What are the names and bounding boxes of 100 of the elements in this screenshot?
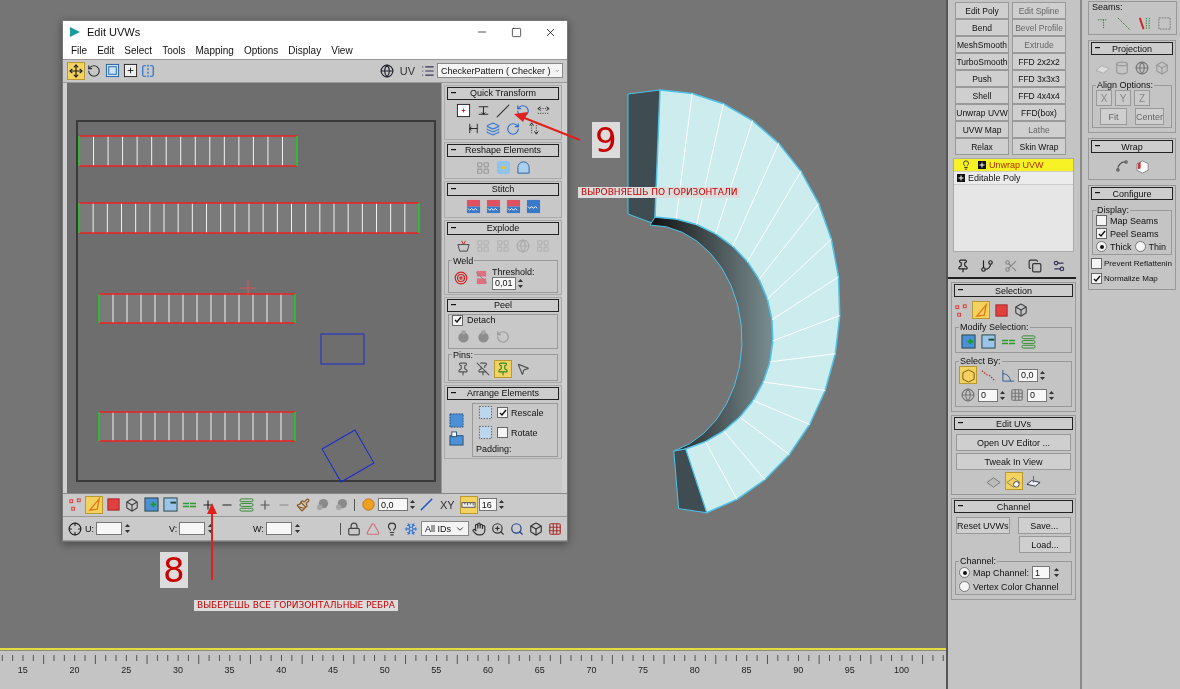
expand-icon[interactable] [978, 161, 986, 169]
collapse-icon[interactable] [451, 91, 456, 94]
number-field[interactable]: 16 [478, 498, 497, 512]
rollout-header[interactable]: Wrap [1091, 140, 1173, 153]
shrink-selection-icon[interactable] [161, 495, 179, 514]
panel-button[interactable]: Reset UVWs [956, 517, 1010, 534]
menu-item[interactable]: Mapping [191, 45, 238, 57]
id-filter-dropdown[interactable]: All IDs [421, 521, 469, 537]
modifier-button[interactable]: Unwrap UVW [955, 104, 1009, 121]
panel-button[interactable]: Open UV Editor ... [956, 434, 1071, 451]
checkbox[interactable] [1091, 273, 1102, 284]
loop-icon[interactable] [1019, 332, 1037, 350]
dotted-square-icon[interactable] [476, 423, 494, 442]
sphere-icon[interactable] [959, 386, 977, 404]
face-icon[interactable] [992, 301, 1010, 319]
uv-label[interactable]: UV [399, 64, 415, 77]
number-field[interactable]: 0,01 [492, 276, 516, 290]
modifier-button[interactable]: Relax [955, 138, 1009, 155]
rollout-header[interactable]: Projection [1091, 42, 1173, 55]
number-field[interactable]: 0,0 [1018, 368, 1038, 382]
square-plus-icon[interactable] [454, 101, 472, 120]
rollout-header[interactable]: Edit UVs [954, 417, 1073, 430]
scale-icon[interactable] [103, 61, 121, 80]
rollout-header[interactable]: Quick Transform [447, 86, 559, 100]
panel-button[interactable]: Load... [1019, 536, 1071, 553]
checkbox[interactable] [497, 427, 508, 439]
move-icon[interactable] [67, 61, 85, 80]
radio-button[interactable] [959, 581, 970, 592]
vertex-icon[interactable] [66, 495, 84, 514]
grow-selection-icon[interactable] [142, 495, 160, 514]
rollout-header[interactable]: Reshape Elements [447, 143, 559, 157]
copy-icon[interactable] [1026, 257, 1044, 275]
rollout-header[interactable]: Channel [954, 500, 1073, 513]
modifier-button[interactable]: FFD(box) [1012, 104, 1066, 121]
dotted-square-icon[interactable] [476, 403, 494, 422]
number-field[interactable]: 0 [1027, 388, 1047, 402]
collapse-icon[interactable] [451, 187, 456, 190]
spinner-arrows-icon[interactable] [124, 522, 131, 536]
menu-item[interactable]: Options [239, 45, 283, 57]
rollout-header[interactable]: Stitch [447, 182, 559, 196]
dotted-square-icon[interactable] [1155, 14, 1173, 32]
spinner-arrows-icon[interactable] [999, 388, 1006, 402]
rollout-header[interactable]: Configure [1091, 187, 1173, 200]
modifier-button[interactable]: Push [955, 70, 1009, 87]
expand-icon[interactable] [957, 174, 965, 182]
stitch-icon[interactable] [464, 197, 482, 216]
stitch-icon[interactable] [484, 197, 502, 216]
maximize-icon[interactable] [510, 26, 522, 38]
grow-selection-icon[interactable] [959, 332, 977, 350]
modifier-button[interactable]: Edit Poly [955, 2, 1009, 19]
modifier-button[interactable]: FFD 4x4x4 [1012, 87, 1066, 104]
number-field[interactable] [265, 522, 292, 536]
texture-dropdown[interactable]: CheckerPattern ( Checker ) [437, 63, 563, 79]
pack-icon[interactable] [447, 411, 465, 430]
radio-button[interactable] [1096, 241, 1107, 252]
menu-item[interactable]: Tools [158, 45, 190, 57]
spinner-arrows-icon[interactable] [517, 276, 524, 290]
menu-item[interactable]: Edit [93, 45, 119, 57]
modifier-button[interactable]: TurboSmooth [955, 53, 1009, 70]
freeform-icon[interactable] [121, 61, 139, 80]
checkbox[interactable] [497, 407, 508, 419]
fork-icon[interactable] [978, 257, 996, 275]
pack-icon[interactable] [447, 429, 465, 448]
modifier-button[interactable]: UVW Map [955, 121, 1009, 138]
timeline[interactable]: 15 20 25 30 35 40 45 50 55 60 65 70 75 80 85 90 95 100 [0, 650, 946, 689]
checkbox[interactable] [1091, 258, 1102, 269]
plane-icon[interactable] [1004, 472, 1023, 490]
rollout-header[interactable]: Peel [447, 298, 559, 312]
rollout-header[interactable]: Selection [954, 284, 1073, 297]
modifier-button[interactable]: Shell [955, 87, 1009, 104]
panel-button[interactable]: Save... [1017, 517, 1071, 534]
loop-icon[interactable] [237, 495, 255, 514]
menu-item[interactable]: Select [120, 45, 157, 57]
panel-button[interactable]: Tweak In View [956, 453, 1071, 470]
stitch-icon[interactable] [524, 197, 542, 216]
vertex-icon[interactable] [952, 301, 970, 319]
spinner-arrows-icon[interactable] [1053, 566, 1061, 579]
spinner-arrows-icon[interactable] [293, 522, 301, 536]
menu-item[interactable]: View [327, 45, 357, 57]
number-field[interactable] [179, 522, 206, 536]
modifier-button[interactable]: MeshSmooth [955, 36, 1009, 53]
collapse-icon[interactable] [451, 148, 456, 151]
rollout-header[interactable]: Explode [447, 221, 559, 235]
menu-item[interactable]: Display [284, 45, 326, 57]
modifier-button[interactable]: Bend [955, 19, 1009, 36]
face-icon[interactable] [104, 495, 122, 514]
ruler-icon[interactable] [459, 495, 478, 514]
radio-button[interactable] [1134, 241, 1146, 252]
diagonal-line-icon[interactable] [417, 495, 435, 514]
spinner-arrows-icon[interactable] [1048, 388, 1055, 402]
stack-item[interactable]: Unwrap UVW [954, 159, 1073, 172]
spinner-arrows-icon[interactable] [409, 498, 416, 512]
axis-label[interactable]: XY [440, 498, 455, 511]
number-field[interactable]: 0,0 [378, 498, 408, 512]
shrink-selection-icon[interactable] [979, 332, 997, 350]
modifier-button[interactable]: Skin Wrap [1012, 138, 1066, 155]
arch-icon[interactable] [514, 158, 532, 177]
checkbox[interactable] [1096, 228, 1107, 239]
viewport[interactable] [0, 0, 946, 650]
menu-item[interactable]: File [67, 45, 92, 57]
